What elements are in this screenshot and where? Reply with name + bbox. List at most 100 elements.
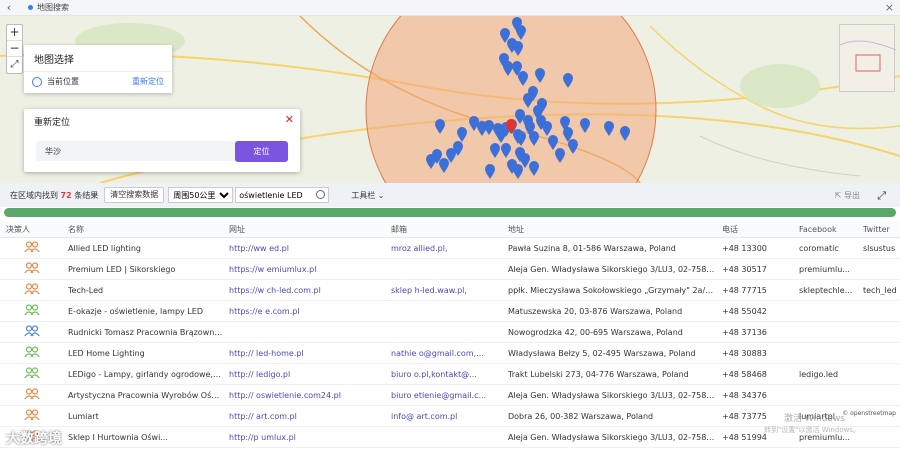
column-header[interactable]: 决策人	[0, 224, 62, 235]
attribution-text: openstreetmap	[850, 410, 896, 417]
twitter-cell[interactable]: slsustus	[857, 244, 900, 253]
map-attribution[interactable]: © openstreetmap	[842, 410, 896, 417]
decision-maker-cell[interactable]	[0, 388, 62, 402]
relocate-link[interactable]: 重新定位	[132, 76, 164, 87]
table-row[interactable]: E-okazje - oświetlenie, lampy LED https:/…	[0, 301, 900, 322]
people-icon[interactable]	[24, 262, 40, 274]
phone-cell: +48 34376	[722, 390, 767, 400]
decision-maker-cell[interactable]	[0, 325, 62, 339]
close-icon[interactable]: ×	[885, 1, 894, 14]
decision-maker-cell[interactable]	[0, 304, 62, 318]
phone-cell: +48 55042	[722, 306, 767, 316]
people-icon[interactable]	[24, 409, 40, 421]
current-location-row: 当前位置 重新定位	[24, 71, 172, 93]
table-row[interactable]: Allied LED lighting http://ww ed.pl mroz a…	[0, 238, 900, 259]
email-link[interactable]: biuro etlenie@gmail.c...	[385, 391, 502, 400]
fullscreen-icon[interactable]: ⤢	[7, 57, 22, 73]
city-input[interactable]	[36, 141, 254, 161]
address-cell: Aleja Gen. Władysława Sikorskiego 3/LU3,…	[508, 390, 716, 400]
table-header: 决策人 名称 网址 邮箱 地址 电话 Facebook Twitter	[0, 221, 900, 238]
website-link[interactable]: https://e e.com.pl	[223, 307, 385, 316]
table-row[interactable]: Artystyczna Pracownia Wyrobów Oświ... htt…	[0, 385, 900, 406]
email-link[interactable]: mroz allied.pl,	[385, 244, 502, 253]
back-arrow-icon[interactable]: ‹	[0, 1, 18, 14]
column-header[interactable]: 电话	[716, 224, 793, 235]
address-cell: ppłk. Mieczysława Sokołowskiego „Grzymał…	[508, 285, 716, 295]
tools-menu[interactable]: 工具栏 ⌄	[351, 190, 384, 201]
phone-cell: +48 30883	[722, 348, 767, 358]
website-link[interactable]: http:// oswietlenie.com24.pl	[223, 391, 385, 400]
table-row[interactable]: Tech-Led https://w ch-led.com.pl sklep h-l…	[0, 280, 900, 301]
search-icon[interactable]	[316, 190, 326, 199]
name-cell: LEDigo - Lampy, girlandy ogrodowe, ż...	[68, 369, 223, 379]
people-icon[interactable]	[24, 241, 40, 253]
email-link[interactable]: sklep h-led.waw.pl,	[385, 286, 502, 295]
decision-maker-cell[interactable]	[0, 409, 62, 423]
export-button[interactable]: ⇱ 导出	[835, 190, 860, 201]
name-cell: Allied LED lighting	[68, 243, 141, 253]
people-icon[interactable]	[24, 283, 40, 295]
column-header[interactable]: 地址	[502, 224, 716, 235]
website-link[interactable]: http:// art.com.pl	[223, 412, 385, 421]
facebook-cell[interactable]: coromatic	[793, 244, 857, 253]
facebook-cell[interactable]: premiumlu...	[793, 265, 857, 274]
name-cell: E-okazje - oświetlenie, lampy LED	[68, 306, 203, 316]
table-row[interactable]: LEDigo - Lampy, girlandy ogrodowe, ż... h…	[0, 364, 900, 385]
relocate-dialog: 重新定位 ✕ 定位	[24, 109, 300, 172]
facebook-cell[interactable]: ledigo.led	[793, 370, 857, 379]
table-row[interactable]: Rudnicki Tomasz Pracownia Brązownic... No…	[0, 322, 900, 343]
zoom-out-button[interactable]: −	[7, 41, 22, 57]
zoom-in-button[interactable]: +	[7, 25, 22, 41]
facebook-cell[interactable]: skleptechle...	[793, 286, 857, 295]
keyword-search[interactable]	[235, 187, 330, 203]
website-link[interactable]: http://ww ed.pl	[223, 244, 385, 253]
phone-cell: +48 58468	[722, 369, 767, 379]
website-link[interactable]: http:// led-home.pl	[223, 349, 385, 358]
email-link[interactable]: info@ art.com.pl	[385, 412, 502, 421]
decision-maker-cell[interactable]	[0, 367, 62, 381]
phone-cell: +48 77715	[722, 285, 767, 295]
minimap[interactable]	[839, 24, 897, 92]
people-icon[interactable]	[24, 388, 40, 400]
website-link[interactable]: http://p umlux.pl	[223, 433, 385, 442]
tools-label: 工具栏	[351, 190, 376, 200]
people-icon[interactable]	[24, 367, 40, 379]
result-count-suffix: 条结果	[74, 190, 99, 200]
website-link[interactable]: https://w emiumlux.pl	[223, 265, 385, 274]
name-cell: Rudnicki Tomasz Pracownia Brązownic...	[68, 327, 223, 337]
website-link[interactable]: https://w ch-led.com.pl	[223, 286, 385, 295]
column-header[interactable]: Twitter	[857, 225, 900, 234]
column-header[interactable]: 网址	[223, 224, 385, 235]
decision-maker-cell[interactable]	[0, 283, 62, 297]
keyword-input[interactable]	[236, 188, 313, 202]
website-link[interactable]: http:// ledigo.pl	[223, 370, 385, 379]
table-row[interactable]: Lumiart http:// art.com.pl info@ art.com.p…	[0, 406, 900, 427]
twitter-cell[interactable]: tech_led	[857, 286, 900, 295]
results-toolbar: 在区域内找到 72 条结果 清空搜索数据 周围50公里 工具栏 ⌄ ⇱ 导出 ⤢	[0, 183, 900, 207]
people-icon[interactable]	[24, 325, 40, 337]
locate-button[interactable]: 定位	[235, 141, 288, 162]
decision-maker-cell[interactable]	[0, 241, 62, 255]
table-row[interactable]: LED Home Lighting http:// led-home.pl nath…	[0, 343, 900, 364]
decision-maker-cell[interactable]	[0, 262, 62, 276]
brand-logo: 大数跨境	[6, 431, 62, 447]
clear-search-button[interactable]: 清空搜索数据	[104, 187, 165, 203]
expand-icon[interactable]: ⤢	[877, 189, 886, 203]
radius-select[interactable]: 周围50公里	[168, 187, 234, 203]
column-header[interactable]: 邮箱	[385, 224, 502, 235]
people-icon[interactable]	[24, 346, 40, 358]
phone-cell: +48 37136	[722, 327, 767, 337]
tab-dot-icon	[28, 5, 33, 10]
name-cell: Artystyczna Pracownia Wyrobów Oświ...	[68, 390, 223, 400]
export-icon: ⇱	[834, 191, 842, 200]
email-link[interactable]: nathie o@gmail.com,...	[385, 349, 502, 358]
column-header[interactable]: Facebook	[793, 225, 857, 234]
people-icon[interactable]	[24, 304, 40, 316]
table-row[interactable]: Premium LED | Sikorskiego https://w emium…	[0, 259, 900, 280]
address-cell: Matuszewska 20, 03-876 Warszawa, Poland	[508, 306, 683, 316]
column-header[interactable]: 名称	[62, 224, 223, 235]
decision-maker-cell[interactable]	[0, 346, 62, 360]
close-icon[interactable]: ✕	[285, 113, 294, 126]
load-progress-bar	[4, 208, 896, 217]
email-link[interactable]: biuro o.pl,kontakt@...	[385, 370, 502, 379]
